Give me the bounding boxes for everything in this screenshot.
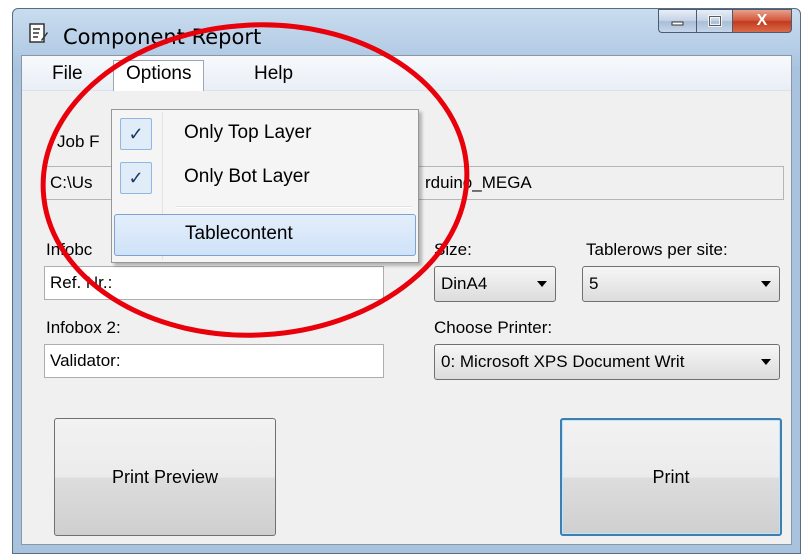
minimize-icon	[671, 21, 683, 26]
print-preview-button[interactable]: Print Preview	[54, 418, 276, 536]
chevron-down-icon	[761, 281, 771, 287]
menu-help[interactable]: Help	[242, 60, 305, 88]
title-bar[interactable]: Component Report X	[13, 9, 800, 55]
close-icon: X	[756, 12, 768, 29]
printer-label: Choose Printer:	[434, 318, 553, 337]
menu-options[interactable]: Options	[113, 60, 205, 91]
printer-value: 0: Microsoft XPS Document Writ	[441, 352, 685, 371]
checkmark-icon: ✓	[120, 118, 152, 150]
maximize-icon	[707, 15, 722, 27]
job-path-left: C:\Us	[50, 173, 93, 192]
menu-item-only-bot-layer[interactable]: ✓ Only Bot Layer	[114, 158, 416, 200]
minimize-button[interactable]	[658, 9, 696, 33]
menu-file[interactable]: File	[40, 60, 95, 88]
print-button[interactable]: Print	[560, 418, 782, 536]
tablerows-label: Tablerows per site:	[586, 240, 728, 259]
menu-bar: File Options Help	[22, 56, 791, 91]
job-label: Job F	[57, 132, 100, 151]
options-dropdown-menu: ✓ Only Top Layer ✓ Only Bot Layer Tablec…	[111, 109, 419, 263]
printer-select[interactable]: 0: Microsoft XPS Document Writ	[434, 344, 780, 380]
window-controls: X	[658, 9, 792, 33]
menu-item-label: Only Bot Layer	[184, 166, 310, 187]
infobox1-input[interactable]: Ref. Nr.:	[44, 266, 384, 300]
menu-item-label: Tablecontent	[185, 223, 293, 244]
job-path-right: rduino_MEGA	[425, 173, 532, 192]
close-button[interactable]: X	[732, 9, 792, 33]
size-value: DinA4	[441, 274, 488, 293]
window-title: Component Report	[63, 25, 262, 49]
menu-item-tablecontent[interactable]: Tablecontent	[114, 214, 416, 256]
report-document-icon	[29, 23, 48, 43]
menu-separator	[176, 206, 412, 208]
infobox1-label: Infobc	[46, 240, 93, 259]
size-label: Size:	[434, 240, 472, 259]
checkmark-icon: ✓	[120, 162, 152, 194]
infobox2-input[interactable]: Validator:	[44, 344, 384, 378]
tablerows-value: 5	[589, 274, 599, 293]
size-select[interactable]: DinA4	[434, 266, 556, 302]
tablerows-select[interactable]: 5	[582, 266, 780, 302]
app-window: Component Report X File Options Help Job…	[12, 8, 801, 554]
chevron-down-icon	[761, 359, 771, 365]
chevron-down-icon	[537, 281, 547, 287]
infobox2-label: Infobox 2:	[46, 318, 121, 337]
menu-item-only-top-layer[interactable]: ✓ Only Top Layer	[114, 114, 416, 156]
menu-item-label: Only Top Layer	[184, 122, 312, 143]
maximize-button[interactable]	[696, 9, 732, 33]
